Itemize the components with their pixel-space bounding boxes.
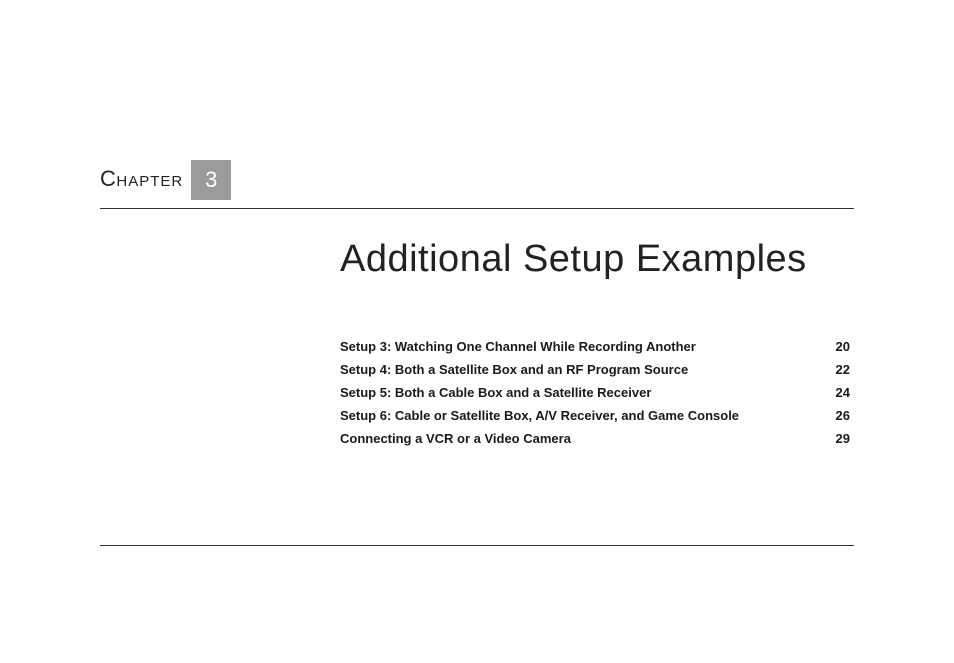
toc-entry-page: 29 <box>820 431 850 446</box>
toc-entry-page: 26 <box>820 408 850 423</box>
toc-row: Setup 5: Both a Cable Box and a Satellit… <box>340 381 850 404</box>
toc-row: Setup 3: Watching One Channel While Reco… <box>340 335 850 358</box>
toc-row: Setup 6: Cable or Satellite Box, A/V Rec… <box>340 404 850 427</box>
page-title: Additional Setup Examples <box>340 238 854 281</box>
toc-entry-label: Setup 4: Both a Satellite Box and an RF … <box>340 362 688 377</box>
divider-bottom <box>100 545 854 546</box>
divider-top <box>100 208 854 209</box>
toc-entry-page: 22 <box>820 362 850 377</box>
chapter-number-box: 3 <box>191 160 231 200</box>
toc-entry-label: Connecting a VCR or a Video Camera <box>340 431 571 446</box>
toc-row: Connecting a VCR or a Video Camera 29 <box>340 427 850 450</box>
chapter-header: CHAPTER 3 <box>100 160 854 200</box>
chapter-number: 3 <box>205 167 217 193</box>
table-of-contents: Setup 3: Watching One Channel While Reco… <box>340 335 850 450</box>
toc-entry-label: Setup 5: Both a Cable Box and a Satellit… <box>340 385 651 400</box>
chapter-label-text: HAPTER <box>116 173 183 190</box>
chapter-label: CHAPTER <box>100 166 183 200</box>
toc-entry-label: Setup 6: Cable or Satellite Box, A/V Rec… <box>340 408 739 423</box>
toc-entry-page: 20 <box>820 339 850 354</box>
document-page: CHAPTER 3 Additional Setup Examples Setu… <box>0 0 954 663</box>
toc-row: Setup 4: Both a Satellite Box and an RF … <box>340 358 850 381</box>
toc-entry-label: Setup 3: Watching One Channel While Reco… <box>340 339 696 354</box>
toc-entry-page: 24 <box>820 385 850 400</box>
